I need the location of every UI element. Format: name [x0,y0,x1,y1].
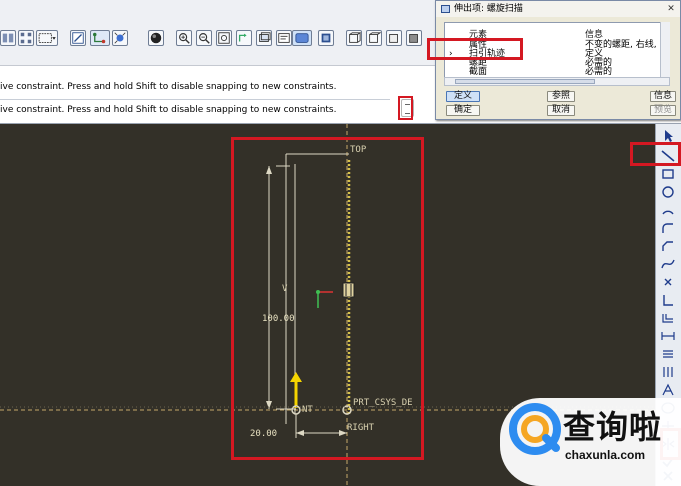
dimension-icon[interactable] [659,328,677,344]
list-horizontal-scrollbar[interactable] [444,77,670,86]
datum-display-icon[interactable] [18,30,34,46]
reference-button[interactable]: 参照 [547,91,575,102]
highlight-box-sketch [231,137,424,460]
feature-manager-icon[interactable] [0,30,16,46]
zoom-in-icon[interactable] [176,30,192,46]
display-toggle-icon[interactable] [292,30,312,46]
constraint-icon[interactable] [90,30,110,46]
constraint-palette-icon[interactable] [659,364,677,380]
message-divider [0,99,390,100]
chamfer-icon[interactable] [659,238,677,254]
reorient-icon[interactable] [236,30,252,46]
hidden-line-icon[interactable] [366,30,382,46]
scrollbar-thumb[interactable] [455,79,595,84]
sketch-tool-icon[interactable] [70,30,86,46]
highlight-box-scroll [398,96,413,120]
helical-sweep-dialog: 伸出项: 螺旋扫描 ✕ 元素 信息 属性 不变的螺距, 右线, 穿 › 扫引轨迹… [435,0,681,120]
coordinate-system-icon[interactable] [659,292,677,308]
rectangle-icon[interactable] [659,166,677,182]
zoom-out-icon[interactable] [196,30,212,46]
saved-view-icon[interactable] [276,30,292,46]
define-button[interactable]: 定义 [446,91,480,102]
wireframe-icon[interactable] [346,30,362,46]
list-vertical-scrollbar[interactable] [660,22,670,77]
modify-icon[interactable] [659,346,677,362]
info-button[interactable]: 信息 [650,91,676,102]
spline-icon[interactable] [659,256,677,272]
preview-button[interactable]: 预览 [650,105,676,116]
message-line: ive constraint. Press and hold Shift to … [0,82,337,92]
model-tree-icon[interactable] [36,30,58,46]
watermark-chinese: 查询啦 [563,408,663,446]
cancel-button[interactable]: 取消 [547,105,575,116]
arc-icon[interactable] [659,202,677,218]
dialog-window-icon [441,5,450,13]
watermark-domain: chaxunla.com [565,448,646,462]
circle-icon[interactable] [659,184,677,200]
ok-button[interactable]: 确定 [446,105,480,116]
refit-icon[interactable] [216,30,232,46]
dialog-title: 伸出项: 螺旋扫描 [436,1,680,17]
no-hidden-icon[interactable] [386,30,402,46]
point-icon[interactable] [659,274,677,290]
datum-planes-icon[interactable] [318,30,334,46]
use-edge-icon[interactable] [659,310,677,326]
layer-icon[interactable] [256,30,272,46]
column-header-info: 信息 [585,30,604,40]
highlight-box-line-tool [630,142,681,166]
highlight-box-sweep-trajectory [427,38,523,60]
list-item[interactable]: 截面 必需的 [445,67,669,77]
message-line: ive constraint. Press and hold Shift to … [0,105,337,115]
shading-icon[interactable] [112,30,128,46]
fillet-icon[interactable] [659,220,677,236]
watermark-logo-icon [509,403,561,455]
text-icon[interactable] [659,382,677,398]
display-style-icon[interactable] [148,30,164,46]
dialog-close-button[interactable]: ✕ [665,3,677,15]
shading-display-icon[interactable] [406,30,422,46]
